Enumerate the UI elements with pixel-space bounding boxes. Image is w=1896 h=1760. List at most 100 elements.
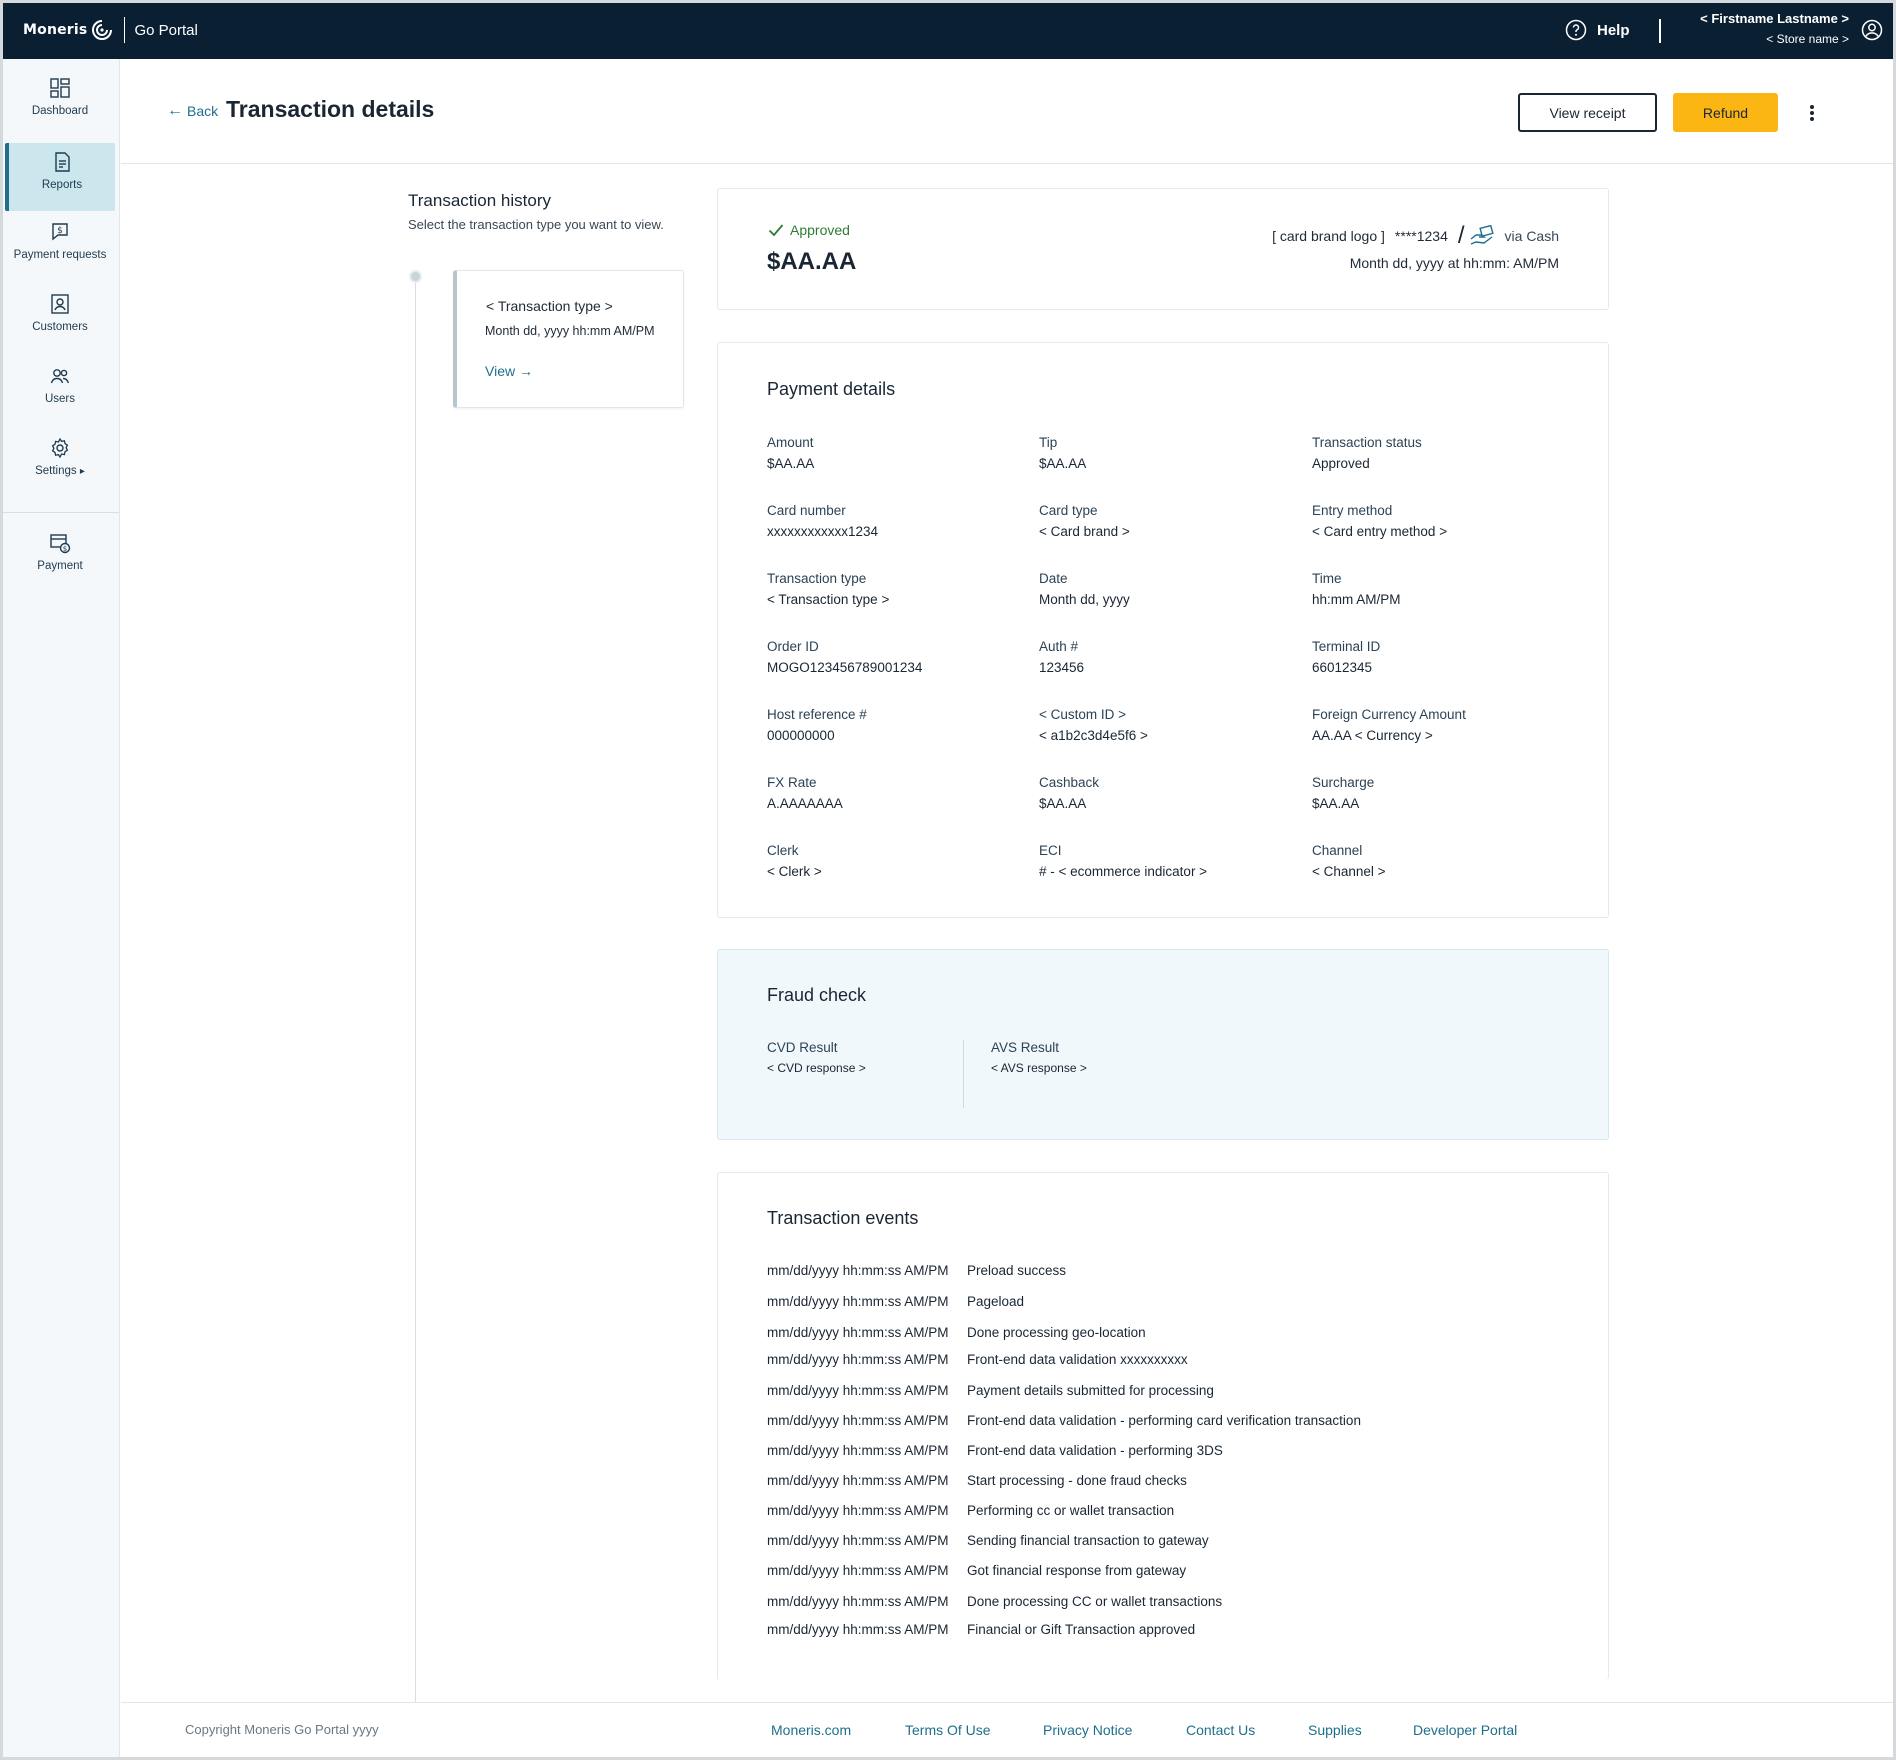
back-link[interactable]: ← Back — [167, 102, 218, 120]
field-value: < Channel > — [1312, 864, 1386, 879]
field-value: # - < ecommerce indicator > — [1039, 864, 1208, 879]
footer-link[interactable]: Developer Portal — [1413, 1722, 1517, 1738]
profile-icon[interactable] — [1861, 19, 1883, 41]
detail-field: Transaction status Approved — [1312, 435, 1562, 471]
field-value: 000000000 — [767, 728, 835, 743]
field-value: $AA.AA — [1312, 796, 1360, 811]
field-label: Channel — [1312, 843, 1363, 858]
event-description: Pageload — [967, 1294, 1025, 1309]
sidebar-item-settings[interactable]: Settings ▸ — [5, 429, 115, 497]
event-row: mm/dd/yyyy hh:mm:ss AM/PM Preload success — [767, 1263, 1066, 1278]
field-value: MOGO123456789001234 — [767, 660, 923, 675]
event-description: Payment details submitted for processing — [967, 1383, 1214, 1398]
field-label: AVS Result — [991, 1040, 1060, 1055]
settings-icon — [51, 437, 69, 459]
field-value: Approved — [1312, 456, 1370, 471]
event-row: mm/dd/yyyy hh:mm:ss AM/PM Front-end data … — [767, 1443, 1223, 1458]
field-label: Tip — [1039, 435, 1058, 450]
field-value: hh:mm AM/PM — [1312, 592, 1401, 607]
detail-field: Cashback $AA.AA — [1039, 775, 1289, 811]
detail-field: Date Month dd, yyyy — [1039, 571, 1289, 607]
user-menu[interactable]: < Firstname Lastname > < Store name > — [1700, 11, 1849, 46]
status-badge: Approved — [768, 222, 850, 238]
footer-link[interactable]: Supplies — [1308, 1722, 1362, 1738]
payment-details-card: Payment details Amount $AA.AA Tip $AA.AA Tra… — [717, 342, 1609, 918]
slash-divider: / — [1457, 222, 1465, 249]
detail-field: Terminal ID 66012345 — [1312, 639, 1562, 675]
chevron-right-icon: ▸ — [79, 466, 85, 477]
payment-details-title: Payment details — [767, 379, 896, 399]
sidebar-item-label: Customers — [32, 321, 88, 333]
help-icon — [1565, 19, 1587, 41]
event-row: mm/dd/yyyy hh:mm:ss AM/PM Done processing… — [767, 1594, 1222, 1609]
brand[interactable]: Moneris Go Portal — [23, 17, 198, 43]
event-row: mm/dd/yyyy hh:mm:ss AM/PM Financial or Gi… — [767, 1622, 1195, 1637]
refund-button[interactable]: Refund — [1673, 93, 1778, 132]
svg-text:$: $ — [63, 545, 67, 553]
event-timestamp: mm/dd/yyyy hh:mm:ss AM/PM — [767, 1622, 949, 1637]
field-value: A.AAAAAAA — [767, 796, 843, 811]
sidebar-item-users[interactable]: Users — [5, 357, 115, 425]
more-options-icon[interactable] — [1808, 103, 1816, 123]
customers-icon — [51, 294, 69, 314]
field-value: < CVD response > — [767, 1061, 866, 1075]
detail-field: Entry method < Card entry method > — [1312, 503, 1562, 539]
footer-link[interactable]: Moneris.com — [771, 1722, 851, 1738]
event-description: Done processing geo-location — [967, 1325, 1146, 1340]
event-row: mm/dd/yyyy hh:mm:ss AM/PM Performing cc o… — [767, 1503, 1174, 1518]
event-timestamp: mm/dd/yyyy hh:mm:ss AM/PM — [767, 1413, 949, 1428]
view-receipt-button[interactable]: View receipt — [1518, 93, 1657, 132]
back-label: Back — [187, 103, 219, 119]
field-label: FX Rate — [767, 775, 817, 790]
field-label: Auth # — [1039, 639, 1079, 654]
field-label: Terminal ID — [1312, 639, 1381, 654]
event-row: mm/dd/yyyy hh:mm:ss AM/PM Sending financi… — [767, 1533, 1209, 1548]
field-value: 66012345 — [1312, 660, 1373, 675]
field-value: < AVS response > — [991, 1061, 1087, 1075]
view-label: View — [485, 363, 516, 379]
dashboard-icon — [50, 78, 70, 98]
field-label: Entry method — [1312, 503, 1393, 518]
detail-field: Clerk < Clerk > — [767, 843, 1017, 879]
field-label: Card number — [767, 503, 846, 518]
event-description: Preload success — [967, 1263, 1067, 1278]
field-label: < Custom ID > — [1039, 707, 1127, 722]
footer-link[interactable]: Privacy Notice — [1043, 1722, 1132, 1738]
detail-field: Channel < Channel > — [1312, 843, 1562, 879]
event-description: Front-end data validation - performing 3… — [967, 1443, 1223, 1458]
footer-link[interactable]: Terms Of Use — [905, 1722, 991, 1738]
copyright: Copyright Moneris Go Portal yyyy — [185, 1722, 379, 1737]
event-description: Performing cc or wallet transaction — [967, 1503, 1175, 1518]
history-view-link[interactable]: View → — [485, 363, 533, 379]
transaction-events-title: Transaction events — [767, 1208, 919, 1228]
sidebar-item-customers[interactable]: Customers — [5, 285, 115, 353]
sidebar-divider — [3, 512, 119, 513]
transaction-history-card[interactable]: < Transaction type > Month dd, yyyy hh:m… — [453, 270, 684, 408]
sidebar-item-payment-requests[interactable]: $ Payment requests — [5, 213, 115, 281]
sidebar-item-reports[interactable]: Reports — [5, 143, 115, 211]
event-timestamp: mm/dd/yyyy hh:mm:ss AM/PM — [767, 1352, 949, 1367]
sidebar-item-label: Reports — [41, 179, 83, 191]
event-row: mm/dd/yyyy hh:mm:ss AM/PM Got financial r… — [767, 1563, 1186, 1578]
brand-logo: Moneris — [23, 22, 88, 38]
transaction-datetime: Month dd, yyyy at hh:mm: AM/PM — [1349, 255, 1559, 271]
field-label: Order ID — [767, 639, 819, 654]
sidebar-item-label: Payment — [37, 560, 83, 572]
detail-field: Surcharge $AA.AA — [1312, 775, 1562, 811]
help-link[interactable]: Help — [1565, 19, 1630, 41]
sidebar-item-dashboard[interactable]: Dashboard — [5, 69, 115, 137]
sidebar-item-payment[interactable]: $ Payment — [5, 524, 115, 592]
detail-field: Auth # 123456 — [1039, 639, 1289, 675]
detail-field: < Custom ID > < a1b2c3d4e5f6 > — [1039, 707, 1289, 743]
event-description: Start processing - done fraud checks — [967, 1473, 1187, 1488]
footer-link[interactable]: Contact Us — [1186, 1722, 1255, 1738]
field-label: Card type — [1039, 503, 1098, 518]
field-value: $AA.AA — [1039, 456, 1087, 471]
field-value: 123456 — [1039, 660, 1085, 675]
timeline-line — [415, 282, 416, 1702]
top-bar: Moneris Go Portal Help < Firstname Lastn… — [3, 3, 1893, 59]
card-info: [ card brand logo ] ****1234 / via Cash — [1272, 222, 1559, 250]
sidebar: Dashboard Reports $ Payment requests Cus… — [3, 59, 120, 1757]
detail-field: ECI # - < ecommerce indicator > — [1039, 843, 1289, 879]
cvd-result-field: CVD Result < CVD response > — [767, 1040, 1017, 1075]
